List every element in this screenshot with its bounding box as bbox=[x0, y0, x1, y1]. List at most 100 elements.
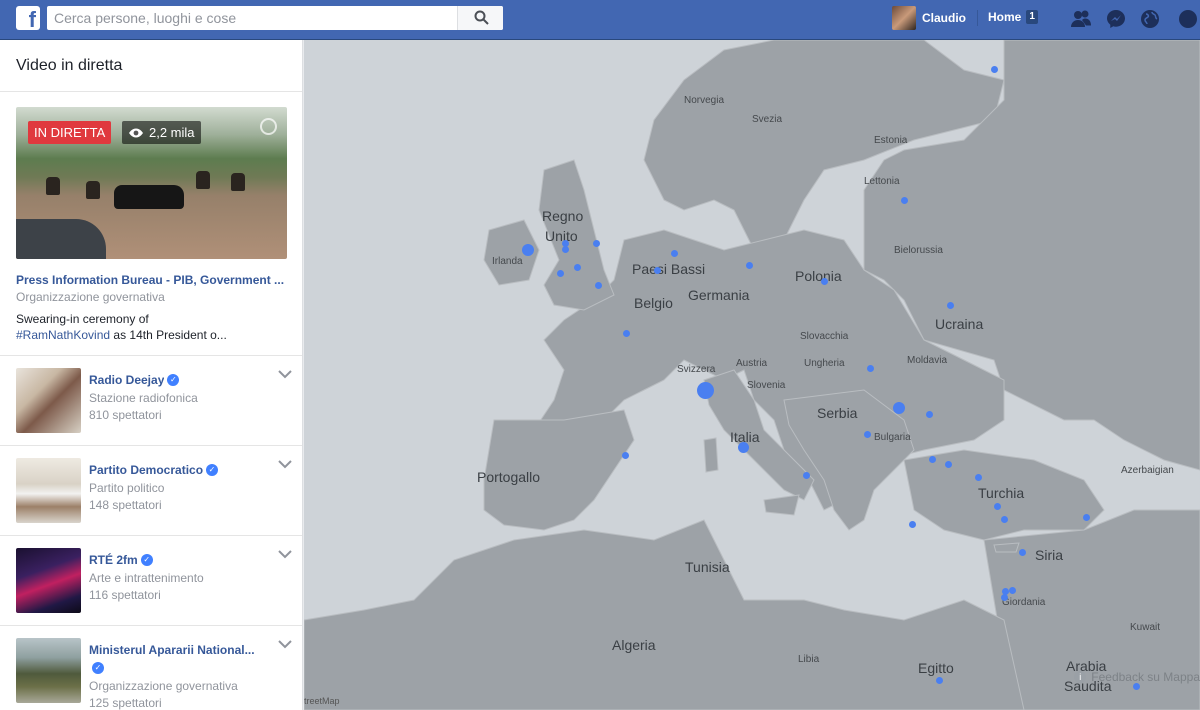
divider bbox=[977, 10, 978, 26]
facebook-logo[interactable]: f bbox=[16, 6, 40, 30]
search-icon bbox=[474, 10, 489, 25]
map-label: Egitto bbox=[918, 660, 954, 676]
featured-live-video[interactable]: IN DIRETTA 2,2 mila Press Information Bu… bbox=[0, 92, 302, 356]
live-location-dot[interactable] bbox=[867, 365, 874, 372]
page-name[interactable]: Ministerul Apararii National... bbox=[89, 643, 255, 657]
live-location-dot[interactable] bbox=[926, 411, 933, 418]
live-location-dot[interactable] bbox=[697, 382, 714, 399]
live-location-dot[interactable] bbox=[654, 267, 661, 274]
live-location-dot[interactable] bbox=[622, 452, 629, 459]
list-item[interactable]: Ministerul Apararii National... ✓ Organiz… bbox=[0, 626, 302, 710]
map-label: Regno bbox=[542, 208, 584, 224]
home-count-badge: 1 bbox=[1026, 10, 1038, 24]
thumbnail-road bbox=[16, 219, 106, 259]
live-location-dot[interactable] bbox=[901, 197, 908, 204]
info-icon: i bbox=[1074, 671, 1087, 683]
featured-video-description: Swearing-in ceremony of #RamNathKovind a… bbox=[16, 311, 286, 343]
chevron-down-icon[interactable] bbox=[278, 370, 292, 379]
map-label: Azerbaigian bbox=[1121, 465, 1174, 476]
search-box bbox=[47, 6, 503, 30]
live-location-dot[interactable] bbox=[671, 250, 678, 257]
map-label: Estonia bbox=[874, 135, 908, 146]
page-name[interactable]: RTÉ 2fm bbox=[89, 553, 138, 567]
chevron-down-icon[interactable] bbox=[278, 640, 292, 649]
video-thumbnail[interactable] bbox=[16, 548, 81, 613]
map-label: Giordania bbox=[1002, 597, 1046, 608]
live-location-dot[interactable] bbox=[991, 66, 998, 73]
messenger-icon[interactable] bbox=[1104, 7, 1128, 31]
map-attribution[interactable]: treetMap bbox=[304, 696, 340, 706]
map-label: Algeria bbox=[612, 637, 656, 653]
featured-page-name[interactable]: Press Information Bureau - PIB, Governme… bbox=[16, 273, 286, 287]
live-location-dot[interactable] bbox=[746, 262, 753, 269]
viewer-count: 2,2 mila bbox=[149, 125, 195, 140]
live-map[interactable]: Norvegia Svezia Estonia Lettonia Regno U… bbox=[304, 40, 1200, 710]
description-text-end: as 14th President o... bbox=[110, 328, 227, 342]
map-label: Slovacchia bbox=[800, 331, 849, 342]
live-location-dot[interactable] bbox=[1001, 516, 1008, 523]
video-thumbnail[interactable] bbox=[16, 368, 81, 433]
map-label: Polonia bbox=[795, 268, 842, 284]
live-location-dot[interactable] bbox=[738, 442, 749, 453]
map-label: Belgio bbox=[634, 295, 673, 311]
sidebar-title: Video in diretta bbox=[0, 40, 302, 92]
live-location-dot[interactable] bbox=[803, 472, 810, 479]
friend-requests-icon[interactable] bbox=[1069, 7, 1093, 31]
map-label: Austria bbox=[736, 358, 768, 369]
video-thumbnail[interactable] bbox=[16, 638, 81, 703]
live-location-dot[interactable] bbox=[562, 246, 569, 253]
search-button[interactable] bbox=[457, 6, 503, 30]
live-location-dot[interactable] bbox=[945, 461, 952, 468]
live-badge: IN DIRETTA bbox=[28, 121, 112, 144]
live-location-dot[interactable] bbox=[929, 456, 936, 463]
hashtag-link[interactable]: #RamNathKovind bbox=[16, 328, 110, 342]
map-feedback-link[interactable]: i Feedback su Mappa bbox=[1074, 670, 1200, 684]
live-location-dot[interactable] bbox=[821, 278, 828, 285]
live-location-dot[interactable] bbox=[623, 330, 630, 337]
live-location-dot[interactable] bbox=[975, 474, 982, 481]
live-location-dot[interactable] bbox=[1133, 683, 1140, 690]
live-location-dot[interactable] bbox=[1009, 587, 1016, 594]
globe-icon[interactable] bbox=[1138, 7, 1162, 31]
cyprus-landmass bbox=[993, 542, 1020, 553]
live-location-dot[interactable] bbox=[1083, 514, 1090, 521]
page-category: Organizzazione governativa bbox=[89, 679, 238, 693]
live-location-dot[interactable] bbox=[595, 282, 602, 289]
home-link[interactable]: Home 1 bbox=[988, 10, 1038, 24]
thumbnail-rider bbox=[231, 173, 245, 191]
live-video-sidebar: Video in diretta IN DIRETTA 2,2 mila Pre… bbox=[0, 40, 303, 710]
list-item[interactable]: Partito Democratico ✓ Partito politico 14… bbox=[0, 446, 302, 536]
video-thumbnail[interactable] bbox=[16, 458, 81, 523]
map-label: Serbia bbox=[817, 405, 858, 421]
profile-link[interactable]: Claudio bbox=[892, 6, 966, 30]
live-location-dot[interactable] bbox=[893, 402, 905, 414]
help-icon[interactable] bbox=[1176, 7, 1200, 31]
home-label: Home bbox=[988, 10, 1022, 24]
live-location-dot[interactable] bbox=[1019, 549, 1026, 556]
chevron-down-icon[interactable] bbox=[278, 460, 292, 469]
page-name[interactable]: Radio Deejay bbox=[89, 373, 164, 387]
live-location-dot[interactable] bbox=[936, 677, 943, 684]
live-location-dot[interactable] bbox=[557, 270, 564, 277]
live-location-dot[interactable] bbox=[909, 521, 916, 528]
live-location-dot[interactable] bbox=[1001, 594, 1008, 601]
thumbnail-rider bbox=[86, 181, 100, 199]
page-name[interactable]: Partito Democratico bbox=[89, 463, 203, 477]
thumbnail-rider bbox=[196, 171, 210, 189]
live-location-dot[interactable] bbox=[522, 244, 534, 256]
map-label: Slovenia bbox=[747, 380, 786, 391]
live-location-dot[interactable] bbox=[864, 431, 871, 438]
list-item[interactable]: Radio Deejay ✓ Stazione radiofonica 810 s… bbox=[0, 356, 302, 446]
live-location-dot[interactable] bbox=[947, 302, 954, 309]
map-label: Svizzera bbox=[677, 364, 716, 375]
live-location-dot[interactable] bbox=[994, 503, 1001, 510]
featured-video-thumbnail[interactable]: IN DIRETTA 2,2 mila bbox=[16, 107, 287, 259]
top-navigation-bar: f Claudio Home 1 bbox=[0, 0, 1200, 40]
search-input[interactable] bbox=[47, 6, 452, 30]
list-item[interactable]: RTÉ 2fm ✓ Arte e intrattenimento 116 spet… bbox=[0, 536, 302, 626]
chevron-down-icon[interactable] bbox=[278, 550, 292, 559]
live-location-dot[interactable] bbox=[593, 240, 600, 247]
options-chevron-icon[interactable] bbox=[260, 118, 277, 135]
eye-icon bbox=[129, 128, 143, 137]
live-location-dot[interactable] bbox=[574, 264, 581, 271]
